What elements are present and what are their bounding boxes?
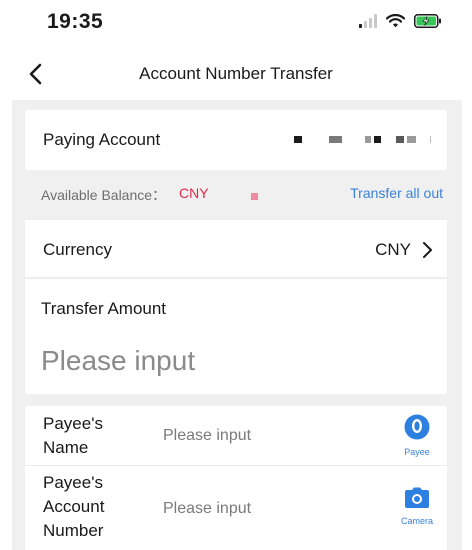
payee-button-label: Payee (404, 447, 430, 457)
balance-masked-value (251, 193, 258, 200)
transfer-amount-label: Transfer Amount (41, 299, 167, 318)
select-payee-button[interactable]: Payee (395, 414, 439, 457)
chevron-right-icon (423, 242, 432, 258)
wifi-icon (386, 14, 405, 28)
paying-account-label: Paying Account (43, 130, 161, 149)
payee-account-label: Payee's Account Number (43, 473, 105, 540)
signal-icon (359, 14, 377, 28)
payee-account-row: Payee's Account Number Camera (25, 467, 447, 550)
available-balance-currency: CNY (179, 185, 209, 201)
transfer-amount-input[interactable] (41, 341, 431, 381)
payee-name-label: Payee's Name (43, 414, 103, 457)
currency-value: CNY (375, 240, 411, 259)
payee-name-row: Payee's Name Payee (25, 406, 447, 466)
camera-scan-button[interactable]: Camera (395, 487, 439, 526)
payee-account-input[interactable] (163, 497, 363, 521)
battery-charging-icon (414, 14, 441, 28)
camera-button-label: Camera (400, 516, 433, 526)
transfer-all-out-link[interactable]: Transfer all out (350, 185, 443, 201)
payee-section: Payee's Name Payee Payee's Account Numbe… (25, 406, 447, 550)
paying-account-row[interactable]: Paying Account (25, 110, 447, 170)
payee-name-input[interactable] (163, 424, 363, 448)
available-balance-label: Available Balance： (41, 187, 167, 203)
payee-contact-icon (404, 414, 430, 440)
available-balance-row: Available Balance： CNY Transfer all out (25, 172, 447, 216)
currency-label: Currency (43, 240, 112, 259)
status-icons (359, 14, 442, 28)
nav-bar: Account Number Transfer (0, 50, 472, 98)
camera-icon (405, 487, 429, 508)
status-time: 19:35 (47, 10, 104, 33)
status-bar: 19:35 (0, 0, 472, 48)
transfer-amount-section: Transfer Amount (25, 279, 447, 394)
page-title: Account Number Transfer (139, 64, 333, 83)
masked-account-number (291, 136, 431, 143)
currency-row[interactable]: Currency CNY (25, 220, 447, 278)
